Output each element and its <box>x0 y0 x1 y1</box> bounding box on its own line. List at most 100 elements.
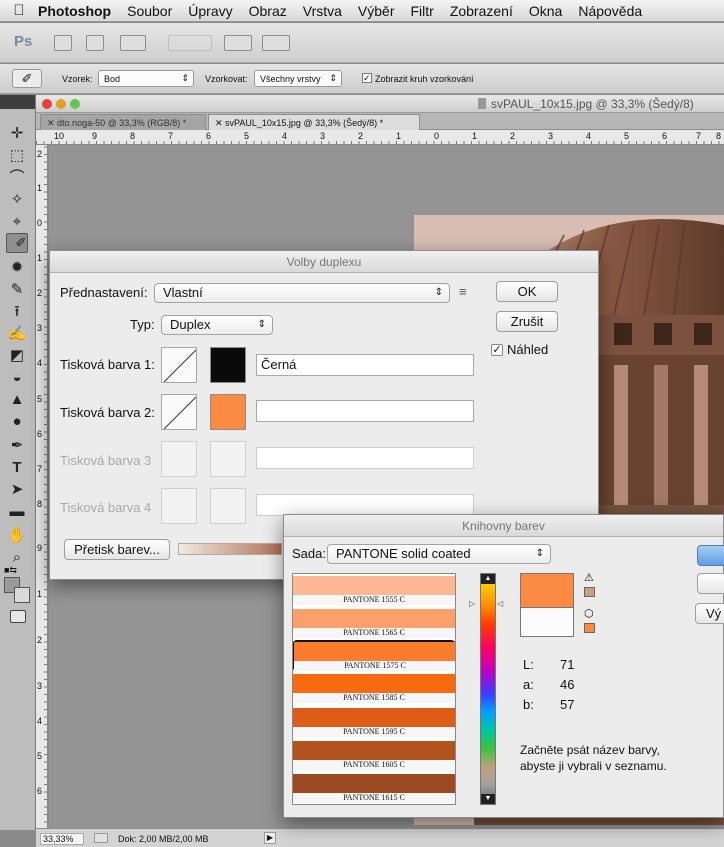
sampling-ring-checkbox[interactable]: ✓ <box>362 73 372 83</box>
rectangle-tool-icon[interactable]: ▬ <box>6 501 28 523</box>
overprint-colors-button[interactable]: Přetisk barev... <box>64 539 170 560</box>
marquee-tool-icon[interactable]: ⬚ <box>6 145 28 167</box>
status-menu-arrow-icon[interactable]: ▶ <box>264 832 276 844</box>
horizontal-ruler: 10 9 8 7 6 5 4 3 2 1 0 1 2 3 4 5 6 7 8 <box>36 130 724 145</box>
bridge-icon[interactable] <box>54 35 72 51</box>
screen-mode-icon[interactable] <box>262 35 290 51</box>
book-select[interactable]: PANTONE solid coated ⇕ <box>327 544 551 564</box>
ink-2-color-swatch[interactable] <box>210 394 246 430</box>
menu-obraz[interactable]: Obraz <box>241 3 295 19</box>
ok-button[interactable] <box>697 545 724 566</box>
web-safe-color-swatch[interactable] <box>584 623 595 633</box>
list-item[interactable]: PANTONE 1615 C <box>293 774 455 803</box>
original-color-preview <box>520 607 574 637</box>
eyedropper-preset-icon[interactable]: ✐ <box>12 69 42 88</box>
hue-marker-left-icon[interactable]: ▷ <box>469 599 475 608</box>
move-tool-icon[interactable]: ✛ <box>6 123 28 145</box>
ink-1-name-field[interactable]: Černá <box>256 354 474 376</box>
tab-svpaul[interactable]: ✕ svPAUL_10x15.jpg @ 33,3% (Šedý/8) * <box>208 114 420 130</box>
hue-marker-right-icon[interactable]: ◁ <box>497 599 503 608</box>
background-color-swatch[interactable] <box>14 587 30 603</box>
close-window-icon[interactable] <box>42 99 52 109</box>
ink-4-label: Tisková barva 4 <box>60 500 152 515</box>
cancel-button[interactable] <box>697 573 724 594</box>
zoom-window-icon[interactable] <box>70 99 80 109</box>
eyedropper-tool-icon[interactable]: ✐ <box>6 233 28 253</box>
list-item[interactable]: PANTONE 1565 C <box>293 609 455 638</box>
preview-checkbox[interactable]: ✓ <box>491 344 503 356</box>
hand-tool-icon[interactable]: ✋ <box>6 525 28 547</box>
path-selection-tool-icon[interactable]: ➤ <box>6 479 28 501</box>
color-name: PANTONE 1555 C <box>293 595 455 605</box>
type-tool-icon[interactable]: T <box>6 457 28 479</box>
clone-stamp-tool-icon[interactable]: ⭱ <box>6 301 28 323</box>
zoom-level-field[interactable]: 33,33% <box>40 833 84 845</box>
scroll-down-arrow-icon[interactable]: ▼ <box>481 794 495 804</box>
healing-brush-tool-icon[interactable]: ✹ <box>6 257 28 279</box>
lab-l-label: L: <box>523 657 534 672</box>
menu-app[interactable]: Photoshop <box>30 3 119 19</box>
sampling-select[interactable]: Všechny vrstvy ⇕ <box>254 70 342 87</box>
select-arrow-icon: ⇕ <box>181 73 189 83</box>
web-safe-warning-icon[interactable]: ⬡ <box>584 607 594 620</box>
close-tab-icon[interactable]: ✕ <box>215 118 225 128</box>
brush-tool-icon[interactable]: ✎ <box>6 279 28 301</box>
lasso-tool-icon[interactable]: ⌒ <box>6 167 28 189</box>
ok-button[interactable]: OK <box>496 281 558 302</box>
extras-icon[interactable] <box>120 35 146 51</box>
menu-zobrazeni[interactable]: Zobrazení <box>442 3 521 19</box>
paint-bucket-tool-icon[interactable]: ◒ <box>6 367 28 389</box>
blur-tool-icon[interactable]: ▲ <box>6 389 28 411</box>
eraser-tool-icon[interactable]: ◩ <box>6 345 28 367</box>
list-item[interactable]: PANTONE 1605 C <box>293 741 455 770</box>
gamut-warning-icon[interactable]: ⚠ <box>584 571 594 584</box>
color-list[interactable]: PANTONE 1555 C PANTONE 1565 C PANTONE 15… <box>292 573 456 805</box>
cancel-button[interactable]: Zrušit <box>496 311 558 332</box>
list-item[interactable]: PANTONE 1555 C <box>293 576 455 605</box>
status-icon <box>94 833 108 843</box>
gamut-color-swatch[interactable] <box>584 587 595 597</box>
pen-tool-icon[interactable]: ✒ <box>6 435 28 457</box>
list-item[interactable]: PANTONE 1595 C <box>293 708 455 737</box>
preset-select[interactable]: Vlastní ⇕ <box>154 283 450 303</box>
list-item[interactable]: PANTONE 1585 C <box>293 674 455 703</box>
quick-mask-icon[interactable] <box>10 610 26 623</box>
type-label: Typ: <box>130 317 155 332</box>
ink-2-label: Tisková barva 2: <box>60 405 155 420</box>
ink-3-color-swatch <box>210 441 246 477</box>
new-color-preview <box>520 573 574 607</box>
close-tab-icon[interactable]: ✕ <box>47 118 57 128</box>
apple-icon[interactable]:  <box>8 2 30 19</box>
sample-size-select[interactable]: Bod ⇕ <box>98 70 194 87</box>
dodge-tool-icon[interactable]: ● <box>6 411 28 433</box>
document-size-info: Dok: 2,00 MB/2,00 MB <box>118 834 209 844</box>
mini-bridge-icon[interactable] <box>86 35 104 51</box>
ink-1-color-swatch[interactable] <box>210 347 246 383</box>
menu-vrstva[interactable]: Vrstva <box>295 3 350 19</box>
color-libraries-dialog: Knihovny barev Sada: PANTONE solid coate… <box>283 514 724 818</box>
hue-slider[interactable]: ▲ ▼ <box>480 573 496 805</box>
menu-soubor[interactable]: Soubor <box>119 3 180 19</box>
arrange-documents-icon[interactable] <box>224 35 252 51</box>
scroll-up-arrow-icon[interactable]: ▲ <box>481 574 495 584</box>
ink-2-name-field[interactable] <box>256 400 474 422</box>
menu-upravy[interactable]: Úpravy <box>180 3 240 19</box>
tab-dto-noga[interactable]: ✕ dto.noga-50 @ 33,3% (RGB/8) * <box>40 114 206 130</box>
crop-tool-icon[interactable]: ⌖ <box>6 211 28 233</box>
menu-napoveda[interactable]: Nápověda <box>570 3 650 19</box>
zoom-level-icon[interactable] <box>168 35 212 51</box>
ink-2-curve[interactable] <box>161 394 197 430</box>
color-name: PANTONE 1595 C <box>293 727 455 737</box>
ink-1-curve[interactable] <box>161 347 197 383</box>
picker-button[interactable]: Vý <box>695 603 724 624</box>
menu-filtr[interactable]: Filtr <box>402 3 441 19</box>
menu-vyber[interactable]: Výběr <box>350 3 403 19</box>
list-item-selected[interactable]: PANTONE 1575 C <box>293 640 455 671</box>
menu-okna[interactable]: Okna <box>521 3 570 19</box>
preset-options-icon[interactable]: ≡ <box>459 284 467 299</box>
history-brush-tool-icon[interactable]: ✍ <box>6 323 28 345</box>
minimize-window-icon[interactable] <box>56 99 66 109</box>
type-select[interactable]: Duplex ⇕ <box>161 315 273 335</box>
default-colors-icon[interactable]: ■⇆ <box>4 565 17 576</box>
quick-selection-tool-icon[interactable]: ✧ <box>6 189 28 211</box>
